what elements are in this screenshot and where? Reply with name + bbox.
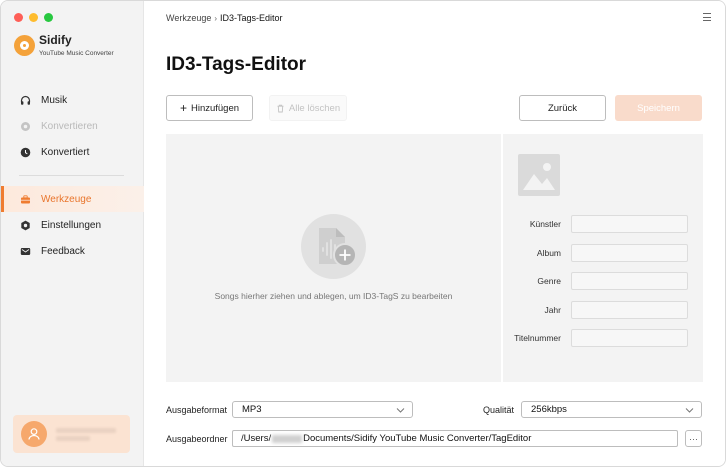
user-email-redacted <box>56 425 116 444</box>
output-folder-input[interactable]: /Users/Documents/Sidify YouTube Music Co… <box>232 430 678 447</box>
sidebar-item-konvertiert[interactable]: Konvertiert <box>1 139 144 165</box>
user-account-card[interactable] <box>13 415 130 453</box>
sidebar-item-konvertieren[interactable]: Konvertieren <box>1 113 144 139</box>
quality-value: 256kbps <box>531 404 567 415</box>
breadcrumb-separator: › <box>214 13 218 23</box>
convert-icon <box>20 121 31 132</box>
back-button[interactable]: Zurück <box>519 95 606 121</box>
genre-label: Genre <box>537 276 561 286</box>
output-format-label: Ausgabeformat <box>166 405 228 415</box>
track-number-label: Titelnummer <box>514 333 561 343</box>
minimize-window-button[interactable] <box>29 13 38 22</box>
plus-icon: + <box>179 101 187 115</box>
nav-bottom: Werkzeuge Einstellungen Feedback <box>1 186 144 264</box>
username-redacted <box>272 434 303 443</box>
breadcrumb-werkzeuge[interactable]: Werkzeuge <box>166 13 211 23</box>
add-button-label: Hinzufügen <box>190 102 240 114</box>
save-button[interactable]: Speichern <box>615 95 702 121</box>
cover-art-placeholder[interactable] <box>518 154 560 196</box>
mail-icon <box>20 246 31 257</box>
year-label: Jahr <box>544 305 561 315</box>
app-subtitle: YouTube Music Converter <box>39 50 114 57</box>
add-audio-file-icon <box>301 214 366 279</box>
user-icon <box>28 428 40 440</box>
page-title: ID3-Tags-Editor <box>166 54 307 75</box>
output-format-select[interactable]: MP3 <box>232 401 413 418</box>
sidebar-item-werkzeuge[interactable]: Werkzeuge <box>1 186 144 212</box>
gear-icon <box>20 220 31 231</box>
quality-select[interactable]: 256kbps <box>521 401 702 418</box>
nav-divider <box>19 175 124 176</box>
headphones-icon <box>20 95 31 106</box>
sidebar-item-label: Konvertiert <box>41 146 90 158</box>
close-window-button[interactable] <box>14 13 23 22</box>
breadcrumb-current: ID3-Tags-Editor <box>220 13 283 23</box>
sidebar-item-label: Konvertieren <box>41 120 98 132</box>
sidify-logo-icon <box>14 35 35 56</box>
breadcrumb: Werkzeuge › ID3-Tags-Editor <box>166 13 283 23</box>
add-button[interactable]: + Hinzufügen <box>166 95 253 121</box>
main-content: Werkzeuge › ID3-Tags-Editor ID3-Tags-Edi… <box>144 1 725 466</box>
genre-input[interactable] <box>571 272 688 290</box>
browse-folder-button[interactable]: ··· <box>685 430 702 447</box>
sidebar-item-feedback[interactable]: Feedback <box>1 238 144 264</box>
sidebar-item-einstellungen[interactable]: Einstellungen <box>1 212 144 238</box>
sidebar: Sidify YouTube Music Converter Musik Kon… <box>1 1 144 466</box>
drop-zone-hint: Songs hierher ziehen und ablegen, um ID3… <box>214 291 453 301</box>
artist-input[interactable] <box>571 215 688 233</box>
menu-icon[interactable] <box>703 12 713 22</box>
artist-label: Künstler <box>529 219 561 229</box>
quality-label: Qualität <box>483 405 515 415</box>
output-folder-label: Ausgabeordner <box>166 434 228 444</box>
sidebar-item-label: Werkzeuge <box>41 193 92 205</box>
toolbox-icon <box>20 194 31 205</box>
nav-top: Musik Konvertieren Konvertiert <box>1 87 144 165</box>
track-number-input[interactable] <box>571 329 688 347</box>
clear-all-button-label: Alle löschen <box>288 102 341 114</box>
window-controls <box>14 13 53 22</box>
tag-editor-panel: Künstler Album Genre Jahr Titelnummer <box>503 134 703 382</box>
clear-all-button[interactable]: Alle löschen <box>269 95 347 121</box>
chevron-down-icon <box>685 408 694 413</box>
output-format-value: MP3 <box>242 404 262 415</box>
trash-icon <box>277 104 284 112</box>
drop-zone[interactable]: Songs hierher ziehen und ablegen, um ID3… <box>166 134 501 382</box>
image-icon <box>523 163 555 190</box>
output-folder-suffix: Documents/Sidify YouTube Music Converter… <box>303 433 532 444</box>
output-folder-prefix: /Users/ <box>241 433 272 444</box>
sidebar-item-musik[interactable]: Musik <box>1 87 144 113</box>
sidebar-item-label: Einstellungen <box>41 219 102 231</box>
year-input[interactable] <box>571 301 688 319</box>
sidebar-item-label: Musik <box>41 94 68 106</box>
sidebar-item-label: Feedback <box>41 245 85 257</box>
app-window: Sidify YouTube Music Converter Musik Kon… <box>0 0 726 467</box>
app-name: Sidify <box>39 33 72 47</box>
avatar <box>21 421 47 447</box>
album-label: Album <box>536 248 561 258</box>
zoom-window-button[interactable] <box>44 13 53 22</box>
chevron-down-icon <box>396 408 405 413</box>
brand: Sidify YouTube Music Converter <box>14 34 114 57</box>
album-input[interactable] <box>571 244 688 262</box>
clock-icon <box>20 147 31 158</box>
